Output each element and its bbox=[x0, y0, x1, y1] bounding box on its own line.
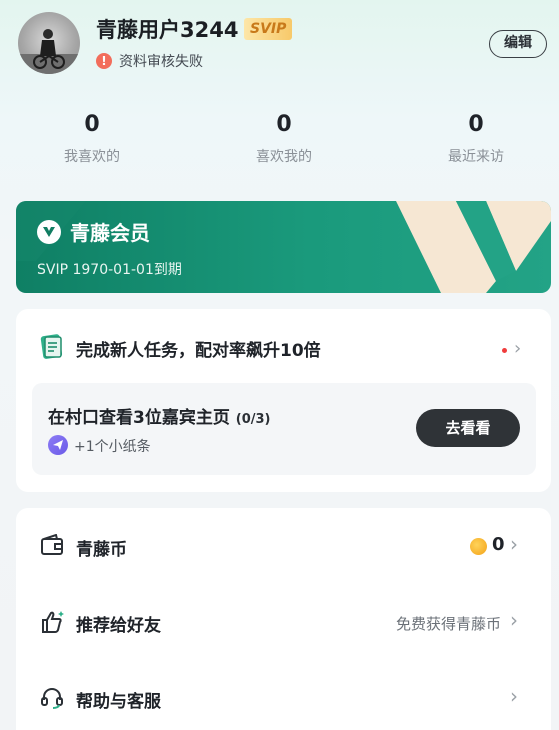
avatar-photo bbox=[18, 29, 80, 74]
warning-icon: ! bbox=[96, 53, 112, 69]
avatar[interactable] bbox=[18, 12, 80, 74]
profile-header: 青藤用户3244 SVIP ! 资料审核失败 编辑 bbox=[0, 0, 559, 100]
menu-item-recommend[interactable]: 推荐给好友 免费获得青藤币 › bbox=[16, 584, 551, 660]
subtask-progress: (0/3) bbox=[235, 412, 271, 427]
menu-label: 推荐给好友 bbox=[76, 616, 161, 636]
review-status-text: 资料审核失败 bbox=[119, 54, 203, 70]
menu-label: 青藤币 bbox=[76, 540, 127, 560]
menu-item-help[interactable]: 帮助与客服 › bbox=[16, 660, 551, 730]
stat-likes-me[interactable]: 0 喜欢我的 bbox=[204, 110, 364, 166]
menu-right-text: 免费获得青藤币 bbox=[395, 615, 501, 633]
thumbs-up-icon bbox=[42, 611, 64, 633]
chevron-right-icon[interactable]: › bbox=[514, 338, 521, 359]
stat-value: 0 bbox=[276, 112, 292, 137]
headset-icon bbox=[41, 687, 63, 709]
edit-button[interactable]: 编辑 bbox=[489, 30, 547, 58]
stat-label: 我喜欢的 bbox=[64, 149, 120, 165]
stat-i-like[interactable]: 0 我喜欢的 bbox=[12, 110, 172, 166]
chevron-right-icon: › bbox=[510, 608, 518, 632]
stats-row: 0 我喜欢的 0 喜欢我的 0 最近来访 bbox=[0, 110, 559, 180]
stat-value: 0 bbox=[84, 112, 100, 137]
stat-recent-visitors[interactable]: 0 最近来访 bbox=[396, 110, 556, 166]
subtask-title: 在村口查看3位嘉宾主页 (0/3) bbox=[48, 403, 271, 428]
review-status: ! 资料审核失败 bbox=[96, 51, 203, 71]
chevron-right-icon: › bbox=[510, 532, 518, 556]
vip-logo-icon bbox=[37, 220, 61, 244]
paper-plane-icon bbox=[48, 435, 68, 455]
stat-label: 最近来访 bbox=[448, 149, 504, 165]
chevron-right-icon: › bbox=[510, 684, 518, 708]
menu-card: 青藤币 0 › 推荐给好友 免费获得青藤币 › 帮助与客服 › bbox=[16, 508, 551, 730]
menu-item-coins[interactable]: 青藤币 0 › bbox=[16, 508, 551, 584]
task-title: 完成新人任务，配对率飙升10倍 bbox=[76, 341, 321, 361]
menu-label: 帮助与客服 bbox=[76, 692, 161, 712]
subtask-reward: +1个小纸条 bbox=[74, 439, 151, 455]
subtask-title-text: 在村口查看3位嘉宾主页 bbox=[48, 408, 230, 428]
vip-title: 青藤会员 bbox=[70, 221, 150, 245]
task-list-icon bbox=[40, 334, 63, 359]
vip-decoration bbox=[16, 201, 551, 293]
username: 青藤用户3244 bbox=[96, 18, 239, 42]
coin-icon bbox=[470, 538, 487, 555]
newbie-task-card: 完成新人任务，配对率飙升10倍 › 在村口查看3位嘉宾主页 (0/3) +1个小… bbox=[16, 309, 551, 492]
coin-balance: 0 bbox=[492, 534, 505, 555]
stat-value: 0 bbox=[468, 112, 484, 137]
wallet-icon bbox=[41, 534, 63, 555]
stat-label: 喜欢我的 bbox=[256, 149, 312, 165]
subtask-item: 在村口查看3位嘉宾主页 (0/3) +1个小纸条 去看看 bbox=[32, 383, 536, 475]
go-view-button[interactable]: 去看看 bbox=[416, 409, 520, 447]
vip-card[interactable]: 青藤会员 SVIP 1970-01-01到期 bbox=[16, 201, 551, 293]
notification-dot bbox=[502, 348, 507, 353]
vip-expire-date: SVIP 1970-01-01到期 bbox=[37, 262, 182, 278]
svip-badge: SVIP bbox=[244, 18, 293, 40]
